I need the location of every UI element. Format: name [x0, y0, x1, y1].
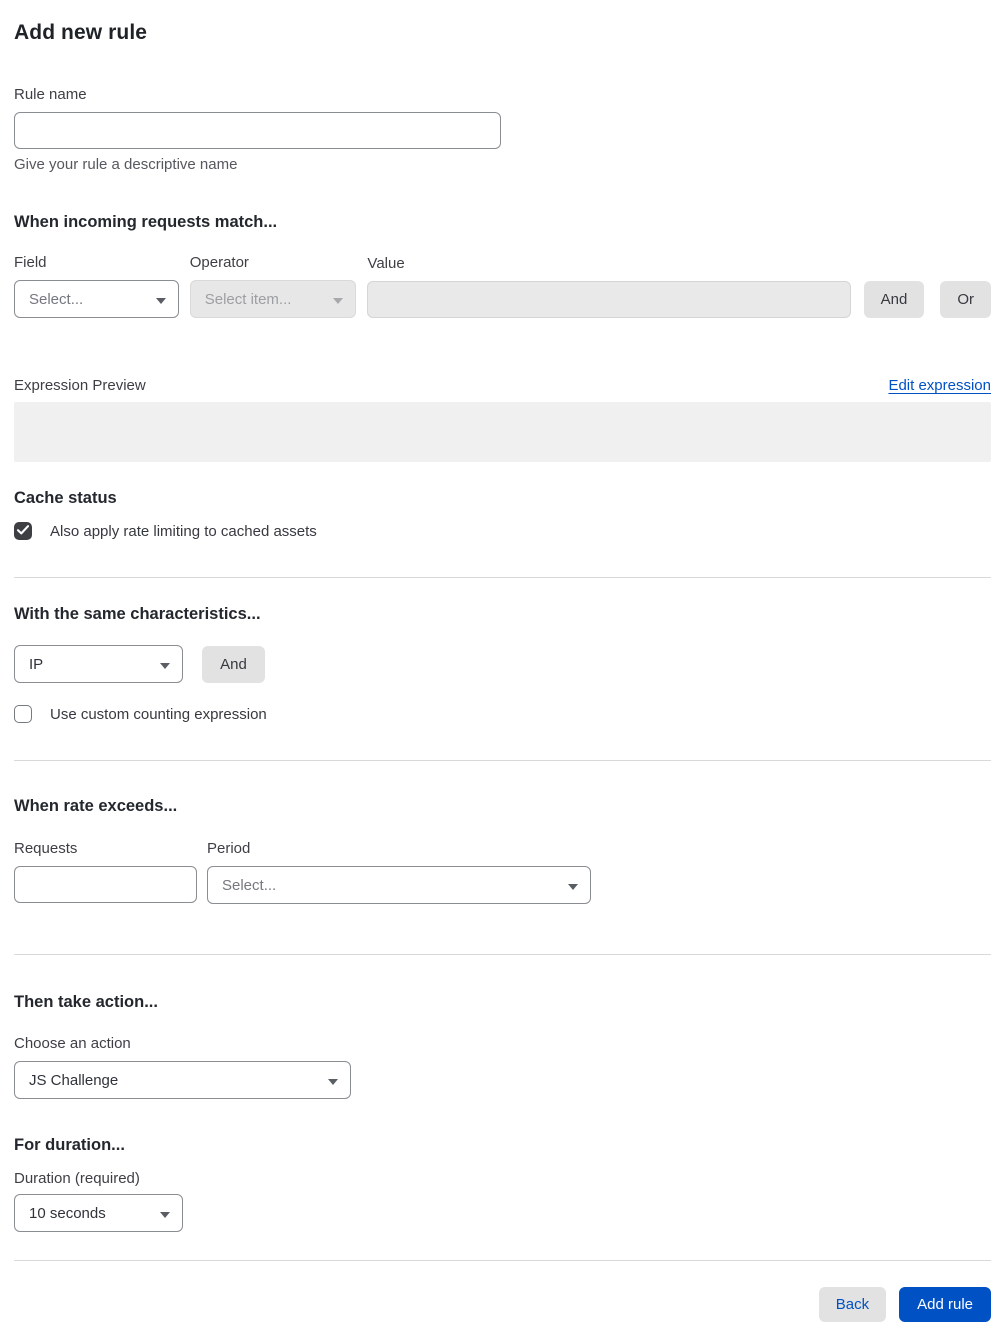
divider: [14, 760, 991, 761]
value-input: [367, 281, 851, 318]
rule-name-helper: Give your rule a descriptive name: [14, 156, 238, 173]
operator-select: Select item...: [189, 280, 357, 318]
custom-counting-checkbox-label: Use custom counting expression: [50, 705, 267, 723]
page-title: Add new rule: [14, 21, 148, 44]
add-rule-button[interactable]: Add rule: [899, 1287, 991, 1322]
characteristics-heading: With the same characteristics...: [14, 605, 261, 623]
field-select-value: Select...: [29, 290, 84, 308]
characteristics-section: With the same characteristics... IP And …: [14, 605, 991, 723]
period-label: Period: [207, 840, 251, 857]
requests-input[interactable]: [14, 866, 197, 903]
chevron-down-icon: [160, 656, 170, 673]
duration-heading: For duration...: [14, 1136, 125, 1154]
divider: [14, 577, 991, 578]
or-button[interactable]: Or: [940, 281, 992, 318]
checkmark-icon: [16, 522, 30, 540]
rule-name-label: Rule name: [14, 86, 87, 103]
rule-name-input[interactable]: [14, 112, 501, 149]
cache-status-heading: Cache status: [14, 489, 117, 507]
action-section: Then take action... Choose an action JS …: [14, 993, 991, 1099]
expression-preview-header: Expression Preview Edit expression: [14, 377, 991, 394]
match-heading: When incoming requests match...: [14, 213, 278, 231]
field-select[interactable]: Select...: [14, 280, 179, 318]
value-label: Value: [367, 255, 405, 272]
characteristic-select-value: IP: [29, 655, 44, 673]
duration-select[interactable]: 10 seconds: [14, 1194, 183, 1232]
edit-expression-link[interactable]: Edit expression: [888, 377, 991, 394]
expression-preview-box: [14, 402, 991, 462]
divider: [14, 1260, 991, 1261]
cache-status-section: Cache status Also apply rate limiting to…: [14, 489, 991, 540]
match-section: When incoming requests match... Field Se…: [14, 213, 992, 462]
duration-section: For duration... Duration (required) 10 s…: [14, 1136, 991, 1232]
action-select[interactable]: JS Challenge: [14, 1061, 351, 1099]
rate-labels-row: Requests Period Select...: [14, 840, 991, 904]
cached-assets-checkbox-label: Also apply rate limiting to cached asset…: [50, 522, 317, 540]
action-select-value: JS Challenge: [29, 1071, 119, 1089]
divider: [14, 954, 991, 955]
field-label: Field: [14, 254, 47, 271]
rate-section: When rate exceeds... Requests Period Sel…: [14, 797, 991, 904]
chevron-down-icon: [333, 291, 344, 308]
cache-checkbox-row: Also apply rate limiting to cached asset…: [14, 522, 991, 540]
action-label: Choose an action: [14, 1035, 131, 1052]
characteristics-row: IP And: [14, 645, 991, 683]
period-select-value: Select...: [222, 876, 277, 894]
characteristics-and-button[interactable]: And: [202, 645, 265, 683]
add-rule-form: Add new rule Rule name Give your rule a …: [0, 0, 1002, 1336]
match-condition-row: Field Select... Operator Select item...: [14, 254, 992, 318]
period-select[interactable]: Select...: [207, 866, 591, 904]
rate-heading: When rate exceeds...: [14, 797, 178, 815]
back-button[interactable]: Back: [818, 1287, 887, 1322]
rule-name-section: Rule name Give your rule a descriptive n…: [14, 86, 991, 173]
cached-assets-checkbox[interactable]: [14, 522, 32, 540]
chevron-down-icon: [155, 291, 166, 308]
duration-select-value: 10 seconds: [29, 1204, 106, 1222]
chevron-down-icon: [328, 1072, 338, 1089]
operator-label: Operator: [189, 254, 249, 271]
chevron-down-icon: [568, 877, 578, 894]
operator-select-value: Select item...: [204, 290, 292, 308]
footer-actions: Back Add rule: [14, 1287, 991, 1322]
requests-label: Requests: [14, 840, 78, 857]
duration-label: Duration (required): [14, 1170, 140, 1187]
chevron-down-icon: [160, 1205, 170, 1222]
characteristic-select[interactable]: IP: [14, 645, 183, 683]
custom-counting-row: Use custom counting expression: [14, 705, 991, 723]
custom-counting-checkbox[interactable]: [14, 705, 32, 723]
and-button[interactable]: And: [863, 281, 925, 318]
action-heading: Then take action...: [14, 993, 158, 1011]
expression-preview-label: Expression Preview: [14, 377, 146, 394]
